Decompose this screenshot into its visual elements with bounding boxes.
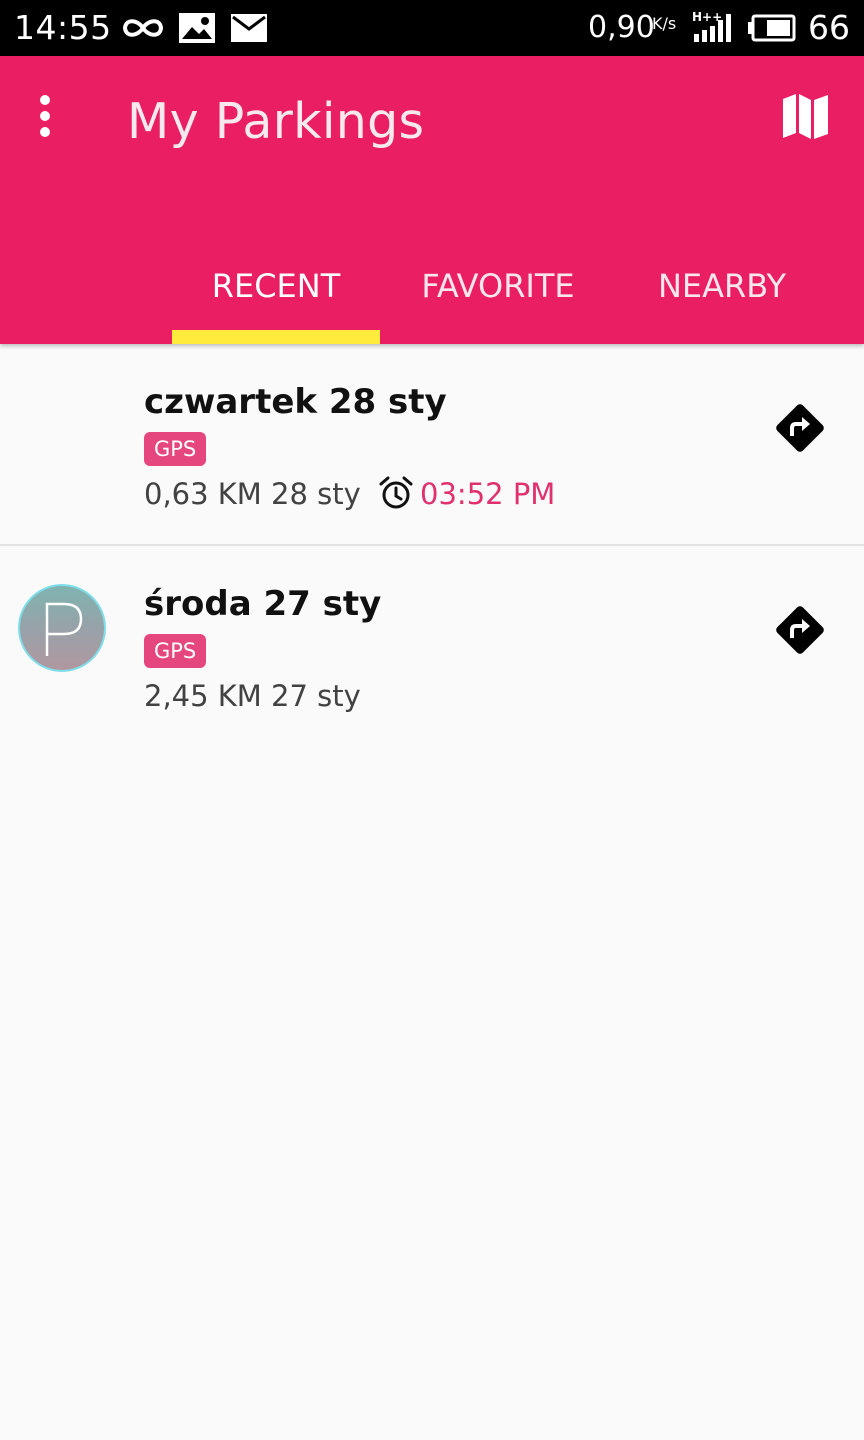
parking-p-icon [45, 602, 83, 656]
more-vert-icon [40, 95, 50, 137]
overflow-menu-button[interactable] [20, 86, 70, 146]
parking-meta: 0,63 KM 28 sty 03:52 PM [144, 474, 555, 514]
directions-icon [776, 404, 824, 452]
battery-icon [748, 14, 796, 42]
battery-percent: 66 [808, 8, 850, 47]
svg-text:H++: H++ [692, 10, 722, 24]
directions-button[interactable] [770, 398, 830, 458]
network-speed: 0,90 [588, 10, 655, 45]
alarm-time: 03:52 PM [420, 477, 556, 511]
parking-title: środa 27 sty [144, 584, 382, 624]
alarm-icon [379, 476, 413, 509]
map-icon [783, 94, 828, 139]
tab-indicator [172, 330, 380, 344]
page-title: My Parkings [127, 93, 425, 150]
mail-icon [231, 14, 267, 42]
signal-hplus-icon: H++ [692, 10, 731, 42]
image-icon [179, 13, 215, 43]
distance-date: 0,63 KM 28 sty [144, 477, 361, 511]
tab-favorite[interactable]: FAVORITE [392, 256, 604, 316]
status-bar: 14:55 0,90 K/s H++ 66 [0, 0, 864, 56]
directions-icon [776, 606, 824, 654]
infinity-icon [122, 19, 164, 37]
tab-nearby[interactable]: NEARBY [622, 256, 822, 316]
gps-badge: GPS [144, 634, 207, 668]
parking-meta: 2,45 KM 27 sty [144, 676, 361, 716]
status-time: 14:55 [14, 8, 112, 47]
avatar [18, 584, 106, 672]
app-bar: My Parkings RECENT FAVORITE NEARBY [0, 56, 864, 344]
parking-title: czwartek 28 sty [144, 382, 447, 422]
tab-recent[interactable]: RECENT [172, 256, 380, 316]
list-item[interactable]: środa 27 sty GPS 2,45 KM 27 sty [0, 546, 864, 746]
distance-date: 2,45 KM 27 sty [144, 679, 361, 713]
list-item[interactable]: czwartek 28 sty GPS 0,63 KM 28 sty 03:52… [0, 344, 864, 546]
map-button[interactable] [772, 84, 838, 150]
network-speed-unit: K/s [652, 14, 677, 33]
directions-button[interactable] [770, 600, 830, 660]
gps-badge: GPS [144, 432, 207, 466]
parkings-list: czwartek 28 sty GPS 0,63 KM 28 sty 03:52… [0, 344, 864, 746]
